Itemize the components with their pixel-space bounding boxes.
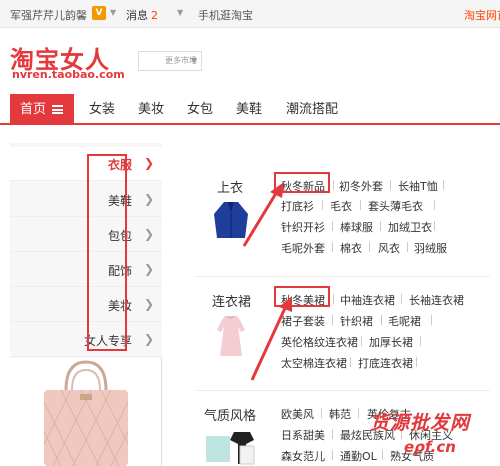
menu-icon — [52, 105, 63, 114]
link-separator — [390, 180, 391, 190]
link-separator — [332, 221, 333, 231]
link-mid-sleeve-dress[interactable]: 中袖连衣裙 — [340, 292, 395, 308]
link-separator — [369, 242, 370, 252]
chevron-right-icon: ❯ — [143, 156, 154, 170]
style-outfit-thumbnail[interactable] — [204, 430, 262, 466]
link-separator — [332, 242, 333, 252]
link-separator — [321, 408, 322, 418]
sidebar-item-shoes[interactable]: 美鞋 ❯ — [10, 183, 162, 217]
pink-dress-thumbnail[interactable] — [216, 314, 246, 358]
link-separator — [407, 242, 408, 252]
messages-link[interactable]: 消息 2 — [126, 7, 158, 23]
chevron-right-icon: ❯ — [143, 332, 154, 346]
nav-item-bags[interactable]: 女包 — [187, 94, 213, 125]
link-office-lady[interactable]: 通勤OL — [340, 448, 377, 464]
annotation-arrow-icon — [242, 182, 284, 247]
chevron-right-icon: ❯ — [143, 297, 154, 311]
link-separator — [381, 315, 382, 325]
link-down-jacket[interactable]: 羽绒服 — [414, 240, 447, 256]
link-separator — [380, 221, 381, 231]
link-separator — [401, 294, 402, 304]
link-mori-girl[interactable]: 森女范儿 — [281, 448, 325, 464]
username-link[interactable]: 军强芹芹儿韵馨 — [10, 7, 87, 23]
link-separator — [333, 294, 334, 304]
link-separator — [431, 315, 432, 325]
link-long-sleeve-dress[interactable]: 长袖连衣裙 — [409, 292, 464, 308]
nav-item-beauty[interactable]: 美妆 — [138, 94, 164, 125]
site-domain: nvren.taobao.com — [12, 68, 125, 81]
group-title-style[interactable]: 气质风格 — [204, 405, 256, 424]
link-separator — [322, 200, 323, 210]
link-cotton-coat[interactable]: 棉衣 — [340, 240, 362, 256]
nav-home-label: 首页 — [20, 102, 47, 117]
link-separator — [332, 315, 333, 325]
link-separator — [332, 450, 333, 460]
chevron-right-icon: ❯ — [143, 192, 154, 206]
market-select[interactable]: 更多市场 ▼ — [138, 51, 202, 71]
nav-item-fashion-match[interactable]: 潮流搭配 — [286, 94, 338, 125]
vip-badge-icon[interactable]: V — [92, 6, 106, 20]
link-separator — [350, 357, 351, 367]
annotation-arrow-icon — [250, 296, 292, 381]
chevron-down-icon[interactable]: ▼ — [177, 8, 183, 17]
sidebar-item-beauty[interactable]: 美妆 ❯ — [10, 288, 162, 322]
annotation-highlight-box — [87, 154, 127, 351]
link-separator — [332, 429, 333, 439]
mobile-taobao-link[interactable]: 手机逛淘宝 — [198, 7, 253, 23]
link-euro-american[interactable]: 欧美风 — [281, 406, 314, 422]
section-divider — [195, 276, 490, 277]
link-separator — [420, 336, 421, 346]
link-sweater[interactable]: 毛衣 — [330, 198, 352, 214]
sidebar-item-clothing[interactable]: 衣服 ❯ — [10, 147, 162, 181]
sidebar-item-accessories[interactable]: 配饰 ❯ — [10, 253, 162, 287]
sidebar-item-women-exclusive[interactable]: 女人专享 ❯ — [10, 323, 162, 357]
group-title-dresses[interactable]: 连衣裙 — [212, 291, 251, 310]
link-separator — [443, 180, 444, 190]
top-bar: 军强芹芹儿韵馨 V ▼ 消息2 ▼ 手机逛淘宝 淘宝网首 — [0, 0, 500, 28]
link-separator — [434, 200, 435, 210]
handbag-image[interactable] — [36, 360, 136, 466]
link-separator — [360, 200, 361, 210]
link-trench-coat[interactable]: 风衣 — [378, 240, 400, 256]
messages-count: 2 — [151, 9, 158, 22]
messages-label: 消息 — [126, 9, 148, 22]
link-japanese-sweet[interactable]: 日系甜美 — [281, 427, 325, 443]
link-base-dress[interactable]: 打底连衣裙 — [358, 355, 413, 371]
link-long-sleeve-tshirt[interactable]: 长袖T恤 — [398, 178, 438, 194]
chevron-right-icon: ❯ — [143, 262, 154, 276]
watermark-text: 货源批发网 — [370, 412, 471, 434]
link-separator — [382, 450, 383, 460]
link-wool-skirt[interactable]: 毛呢裙 — [388, 313, 421, 329]
sidebar-item-bags[interactable]: 包包 ❯ — [10, 218, 162, 252]
link-separator — [358, 408, 359, 418]
section-divider — [195, 390, 490, 391]
chevron-down-icon: ▼ — [190, 56, 197, 65]
watermark-domain: eρf.cn — [404, 438, 456, 456]
link-early-winter-coat[interactable]: 初冬外套 — [339, 178, 383, 194]
nav-home[interactable]: 首页 — [10, 94, 74, 125]
link-pullover-sweater[interactable]: 套头薄毛衣 — [368, 198, 423, 214]
link-thick-long-skirt[interactable]: 加厚长裙 — [369, 334, 413, 350]
link-korean-style[interactable]: 韩范 — [329, 406, 351, 422]
chevron-down-icon[interactable]: ▼ — [110, 8, 116, 17]
link-fleece-hoodie[interactable]: 加绒卫衣 — [388, 219, 432, 235]
link-separator — [361, 336, 362, 346]
nav-item-womens-clothing[interactable]: 女装 — [89, 94, 115, 125]
nav-item-shoes[interactable]: 美鞋 — [236, 94, 262, 125]
link-separator — [333, 180, 334, 190]
link-baseball-jacket[interactable]: 棒球服 — [340, 219, 373, 235]
link-separator — [416, 357, 417, 367]
link-knit-skirt[interactable]: 针织裙 — [340, 313, 373, 329]
link-separator — [434, 221, 435, 231]
main-nav: 首页 女装 美妆 女包 美鞋 潮流搭配 — [0, 94, 500, 125]
chevron-right-icon: ❯ — [143, 227, 154, 241]
taobao-home-link[interactable]: 淘宝网首 — [464, 7, 500, 23]
